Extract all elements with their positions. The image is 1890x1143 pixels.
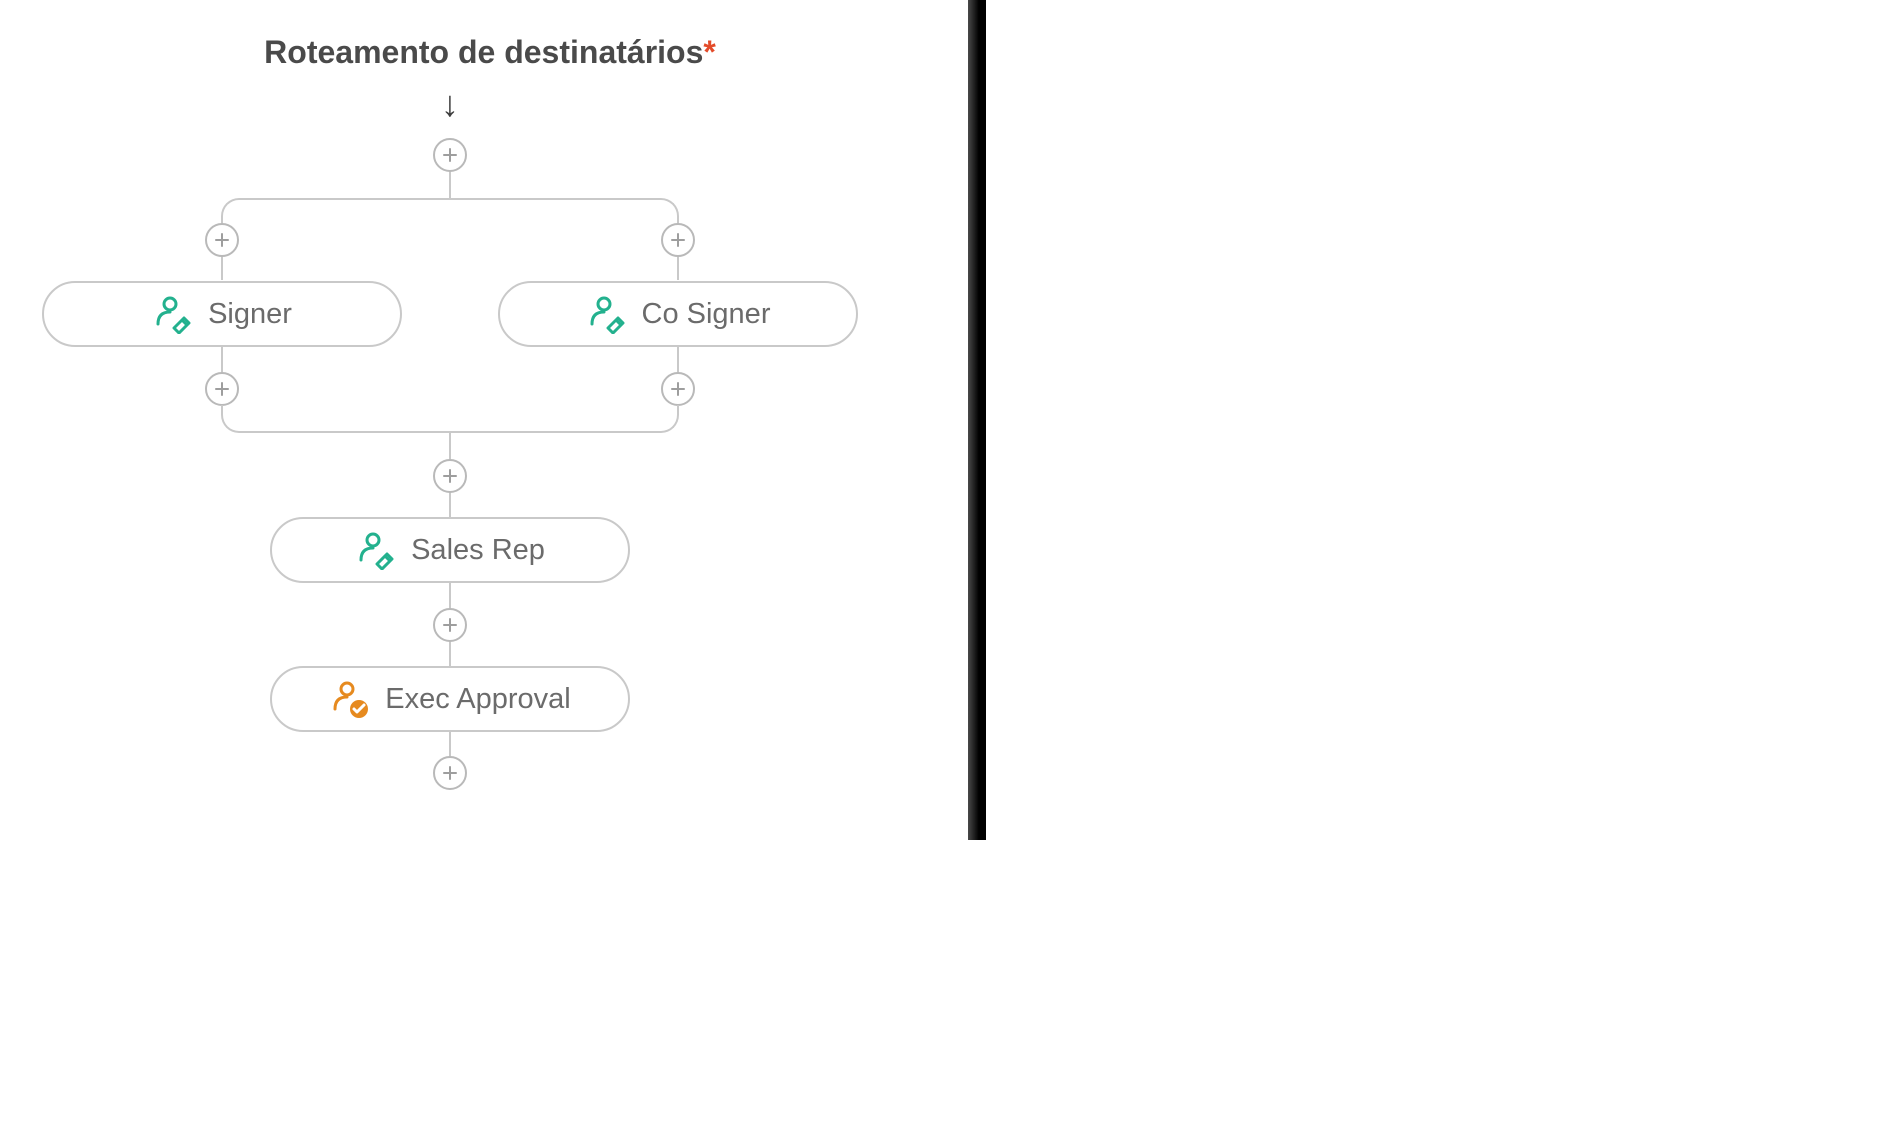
split-connector-bottom	[221, 405, 679, 433]
routing-diagram: Roteamento de destinatários* ↓ Signer Co…	[0, 0, 980, 840]
add-step-button[interactable]	[433, 459, 467, 493]
signer-icon	[355, 530, 395, 570]
title-text: Roteamento de destinatários	[264, 34, 703, 70]
connector	[449, 170, 451, 198]
recipient-salesrep[interactable]: Sales Rep	[270, 517, 630, 583]
page-title: Roteamento de destinatários*	[0, 34, 980, 71]
arrow-down-icon: ↓	[441, 86, 459, 122]
required-asterisk: *	[703, 34, 715, 70]
panel-edge-shadow	[968, 0, 986, 840]
recipient-cosigner[interactable]: Co Signer	[498, 281, 858, 347]
add-step-button[interactable]	[433, 756, 467, 790]
add-step-button[interactable]	[433, 138, 467, 172]
recipient-label: Signer	[208, 298, 292, 331]
recipient-label: Co Signer	[642, 298, 771, 331]
approver-icon	[329, 679, 369, 719]
recipient-label: Exec Approval	[385, 683, 570, 716]
add-step-left-below-button[interactable]	[205, 372, 239, 406]
add-step-button[interactable]	[433, 608, 467, 642]
recipient-signer[interactable]: Signer	[42, 281, 402, 347]
add-step-right-button[interactable]	[661, 223, 695, 257]
recipient-exec-approval[interactable]: Exec Approval	[270, 666, 630, 732]
add-step-right-below-button[interactable]	[661, 372, 695, 406]
add-step-left-button[interactable]	[205, 223, 239, 257]
signer-icon	[586, 294, 626, 334]
split-connector-top	[221, 198, 679, 226]
signer-icon	[152, 294, 192, 334]
recipient-label: Sales Rep	[411, 534, 545, 567]
